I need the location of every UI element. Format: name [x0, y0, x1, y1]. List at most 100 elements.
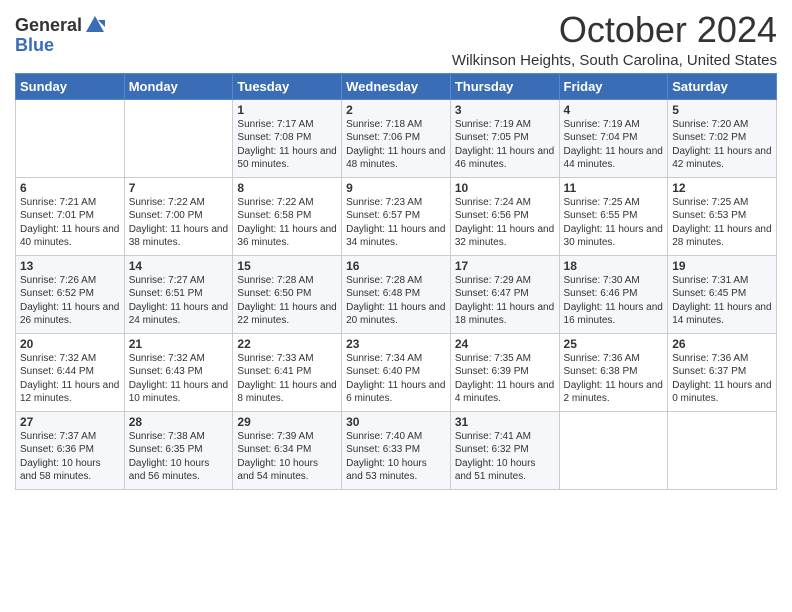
day-info: Sunrise: 7:26 AMSunset: 6:52 PMDaylight:… — [20, 274, 120, 328]
day-number: 5 — [672, 103, 772, 117]
calendar-cell: 16Sunrise: 7:28 AMSunset: 6:48 PMDayligh… — [342, 255, 451, 333]
logo-general: General — [15, 16, 82, 34]
header-day-tuesday: Tuesday — [233, 73, 342, 99]
day-number: 15 — [237, 259, 337, 273]
day-number: 18 — [564, 259, 664, 273]
day-info: Sunrise: 7:37 AMSunset: 6:36 PMDaylight:… — [20, 430, 120, 484]
header-day-monday: Monday — [124, 73, 233, 99]
day-number: 9 — [346, 181, 446, 195]
header-day-wednesday: Wednesday — [342, 73, 451, 99]
day-number: 28 — [129, 415, 229, 429]
calendar-cell: 13Sunrise: 7:26 AMSunset: 6:52 PMDayligh… — [16, 255, 125, 333]
calendar-cell: 17Sunrise: 7:29 AMSunset: 6:47 PMDayligh… — [450, 255, 559, 333]
calendar-cell: 5Sunrise: 7:20 AMSunset: 7:02 PMDaylight… — [668, 99, 777, 177]
calendar-cell: 29Sunrise: 7:39 AMSunset: 6:34 PMDayligh… — [233, 411, 342, 489]
week-row-4: 20Sunrise: 7:32 AMSunset: 6:44 PMDayligh… — [16, 333, 777, 411]
week-row-5: 27Sunrise: 7:37 AMSunset: 6:36 PMDayligh… — [16, 411, 777, 489]
calendar-cell: 23Sunrise: 7:34 AMSunset: 6:40 PMDayligh… — [342, 333, 451, 411]
calendar-page: General Blue October 2024 Wilkinson Heig… — [0, 0, 792, 612]
calendar-cell: 21Sunrise: 7:32 AMSunset: 6:43 PMDayligh… — [124, 333, 233, 411]
day-number: 16 — [346, 259, 446, 273]
day-number: 13 — [20, 259, 120, 273]
day-number: 24 — [455, 337, 555, 351]
logo-blue: Blue — [15, 36, 54, 54]
day-info: Sunrise: 7:25 AMSunset: 6:53 PMDaylight:… — [672, 196, 772, 250]
week-row-2: 6Sunrise: 7:21 AMSunset: 7:01 PMDaylight… — [16, 177, 777, 255]
day-info: Sunrise: 7:32 AMSunset: 6:43 PMDaylight:… — [129, 352, 229, 406]
calendar-cell: 22Sunrise: 7:33 AMSunset: 6:41 PMDayligh… — [233, 333, 342, 411]
title-area: October 2024 Wilkinson Heights, South Ca… — [452, 10, 777, 69]
day-info: Sunrise: 7:39 AMSunset: 6:34 PMDaylight:… — [237, 430, 337, 484]
day-info: Sunrise: 7:18 AMSunset: 7:06 PMDaylight:… — [346, 118, 446, 172]
calendar-cell: 1Sunrise: 7:17 AMSunset: 7:08 PMDaylight… — [233, 99, 342, 177]
calendar-cell: 14Sunrise: 7:27 AMSunset: 6:51 PMDayligh… — [124, 255, 233, 333]
calendar-cell: 30Sunrise: 7:40 AMSunset: 6:33 PMDayligh… — [342, 411, 451, 489]
day-info: Sunrise: 7:34 AMSunset: 6:40 PMDaylight:… — [346, 352, 446, 406]
day-number: 29 — [237, 415, 337, 429]
day-number: 3 — [455, 103, 555, 117]
day-info: Sunrise: 7:21 AMSunset: 7:01 PMDaylight:… — [20, 196, 120, 250]
calendar-cell: 3Sunrise: 7:19 AMSunset: 7:05 PMDaylight… — [450, 99, 559, 177]
calendar-cell — [124, 99, 233, 177]
calendar-cell — [668, 411, 777, 489]
day-number: 31 — [455, 415, 555, 429]
day-number: 25 — [564, 337, 664, 351]
header-day-saturday: Saturday — [668, 73, 777, 99]
calendar-cell: 8Sunrise: 7:22 AMSunset: 6:58 PMDaylight… — [233, 177, 342, 255]
day-info: Sunrise: 7:30 AMSunset: 6:46 PMDaylight:… — [564, 274, 664, 328]
day-number: 30 — [346, 415, 446, 429]
day-number: 14 — [129, 259, 229, 273]
header-day-thursday: Thursday — [450, 73, 559, 99]
logo-text: General — [15, 14, 106, 36]
day-number: 22 — [237, 337, 337, 351]
calendar-cell — [559, 411, 668, 489]
day-info: Sunrise: 7:27 AMSunset: 6:51 PMDaylight:… — [129, 274, 229, 328]
day-number: 2 — [346, 103, 446, 117]
day-number: 1 — [237, 103, 337, 117]
day-number: 7 — [129, 181, 229, 195]
header-day-friday: Friday — [559, 73, 668, 99]
day-info: Sunrise: 7:24 AMSunset: 6:56 PMDaylight:… — [455, 196, 555, 250]
week-row-1: 1Sunrise: 7:17 AMSunset: 7:08 PMDaylight… — [16, 99, 777, 177]
day-info: Sunrise: 7:38 AMSunset: 6:35 PMDaylight:… — [129, 430, 229, 484]
day-info: Sunrise: 7:32 AMSunset: 6:44 PMDaylight:… — [20, 352, 120, 406]
calendar-cell: 20Sunrise: 7:32 AMSunset: 6:44 PMDayligh… — [16, 333, 125, 411]
calendar-cell: 6Sunrise: 7:21 AMSunset: 7:01 PMDaylight… — [16, 177, 125, 255]
day-info: Sunrise: 7:22 AMSunset: 6:58 PMDaylight:… — [237, 196, 337, 250]
calendar-cell: 11Sunrise: 7:25 AMSunset: 6:55 PMDayligh… — [559, 177, 668, 255]
day-number: 17 — [455, 259, 555, 273]
day-info: Sunrise: 7:29 AMSunset: 6:47 PMDaylight:… — [455, 274, 555, 328]
calendar-cell: 9Sunrise: 7:23 AMSunset: 6:57 PMDaylight… — [342, 177, 451, 255]
day-number: 11 — [564, 181, 664, 195]
calendar-cell: 10Sunrise: 7:24 AMSunset: 6:56 PMDayligh… — [450, 177, 559, 255]
month-title: October 2024 — [452, 10, 777, 50]
day-info: Sunrise: 7:33 AMSunset: 6:41 PMDaylight:… — [237, 352, 337, 406]
calendar-cell: 28Sunrise: 7:38 AMSunset: 6:35 PMDayligh… — [124, 411, 233, 489]
calendar-cell: 25Sunrise: 7:36 AMSunset: 6:38 PMDayligh… — [559, 333, 668, 411]
header-row: SundayMondayTuesdayWednesdayThursdayFrid… — [16, 73, 777, 99]
day-info: Sunrise: 7:28 AMSunset: 6:50 PMDaylight:… — [237, 274, 337, 328]
day-info: Sunrise: 7:36 AMSunset: 6:38 PMDaylight:… — [564, 352, 664, 406]
logo-blue-text: Blue — [15, 36, 54, 54]
day-info: Sunrise: 7:22 AMSunset: 7:00 PMDaylight:… — [129, 196, 229, 250]
day-number: 12 — [672, 181, 772, 195]
day-info: Sunrise: 7:20 AMSunset: 7:02 PMDaylight:… — [672, 118, 772, 172]
header-day-sunday: Sunday — [16, 73, 125, 99]
day-number: 4 — [564, 103, 664, 117]
day-info: Sunrise: 7:36 AMSunset: 6:37 PMDaylight:… — [672, 352, 772, 406]
calendar-cell: 26Sunrise: 7:36 AMSunset: 6:37 PMDayligh… — [668, 333, 777, 411]
day-number: 19 — [672, 259, 772, 273]
calendar-table: SundayMondayTuesdayWednesdayThursdayFrid… — [15, 73, 777, 490]
calendar-cell — [16, 99, 125, 177]
day-info: Sunrise: 7:41 AMSunset: 6:32 PMDaylight:… — [455, 430, 555, 484]
day-number: 10 — [455, 181, 555, 195]
calendar-cell: 31Sunrise: 7:41 AMSunset: 6:32 PMDayligh… — [450, 411, 559, 489]
day-info: Sunrise: 7:19 AMSunset: 7:05 PMDaylight:… — [455, 118, 555, 172]
location-title: Wilkinson Heights, South Carolina, Unite… — [452, 52, 777, 69]
calendar-cell: 12Sunrise: 7:25 AMSunset: 6:53 PMDayligh… — [668, 177, 777, 255]
day-info: Sunrise: 7:23 AMSunset: 6:57 PMDaylight:… — [346, 196, 446, 250]
week-row-3: 13Sunrise: 7:26 AMSunset: 6:52 PMDayligh… — [16, 255, 777, 333]
day-info: Sunrise: 7:31 AMSunset: 6:45 PMDaylight:… — [672, 274, 772, 328]
day-info: Sunrise: 7:17 AMSunset: 7:08 PMDaylight:… — [237, 118, 337, 172]
day-number: 27 — [20, 415, 120, 429]
